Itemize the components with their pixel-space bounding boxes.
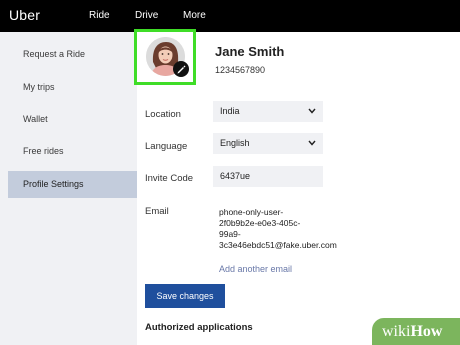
top-navigation-bar: Uber Ride Drive More: [0, 0, 460, 32]
profile-photo-highlight[interactable]: [134, 29, 196, 85]
email-label: Email: [145, 206, 169, 217]
nav-more[interactable]: More: [183, 10, 206, 21]
sidebar-item-free-rides[interactable]: Free rides: [0, 138, 137, 165]
language-select[interactable]: English: [213, 133, 323, 154]
uber-logo[interactable]: Uber: [9, 7, 40, 23]
sidebar-item-profile-settings[interactable]: Profile Settings: [8, 171, 137, 198]
profile-phone: 1234567890: [215, 65, 266, 75]
watermark-how: How: [410, 323, 443, 340]
language-label: Language: [145, 141, 188, 152]
sidebar-item-my-trips[interactable]: My trips: [0, 74, 137, 101]
sidebar-item-wallet[interactable]: Wallet: [0, 106, 137, 133]
location-value: India: [220, 106, 240, 116]
sidebar: Request a Ride My trips Wallet Free ride…: [0, 32, 137, 345]
sidebar-item-request-ride[interactable]: Request a Ride: [0, 41, 137, 68]
add-another-email-link[interactable]: Add another email: [219, 264, 292, 274]
invite-code-label: Invite Code: [145, 173, 194, 184]
email-line-4: 3c3e46ebdc51@fake.uber.com: [219, 240, 337, 250]
nav-drive[interactable]: Drive: [135, 10, 158, 21]
email-value: phone-only-user- 2f0b9b2e-e0e3-405c- 99a…: [219, 207, 359, 251]
wikihow-watermark: wikiHow: [372, 318, 460, 345]
watermark-wiki: wiki: [382, 323, 411, 340]
location-label: Location: [145, 109, 181, 120]
email-line-3: 99a9-: [219, 229, 241, 239]
language-value: English: [220, 138, 250, 148]
chevron-down-icon: [308, 140, 316, 146]
location-select[interactable]: India: [213, 101, 323, 122]
pencil-icon[interactable]: [173, 61, 189, 77]
profile-name: Jane Smith: [215, 44, 285, 59]
invite-code-value: 6437ue: [220, 171, 251, 181]
invite-code-field[interactable]: 6437ue: [213, 166, 323, 187]
save-changes-button[interactable]: Save changes: [145, 284, 225, 308]
authorized-applications-heading: Authorized applications: [145, 322, 253, 333]
email-line-1: phone-only-user-: [219, 207, 284, 217]
email-line-2: 2f0b9b2e-e0e3-405c-: [219, 218, 301, 228]
nav-ride[interactable]: Ride: [89, 10, 110, 21]
chevron-down-icon: [308, 108, 316, 114]
